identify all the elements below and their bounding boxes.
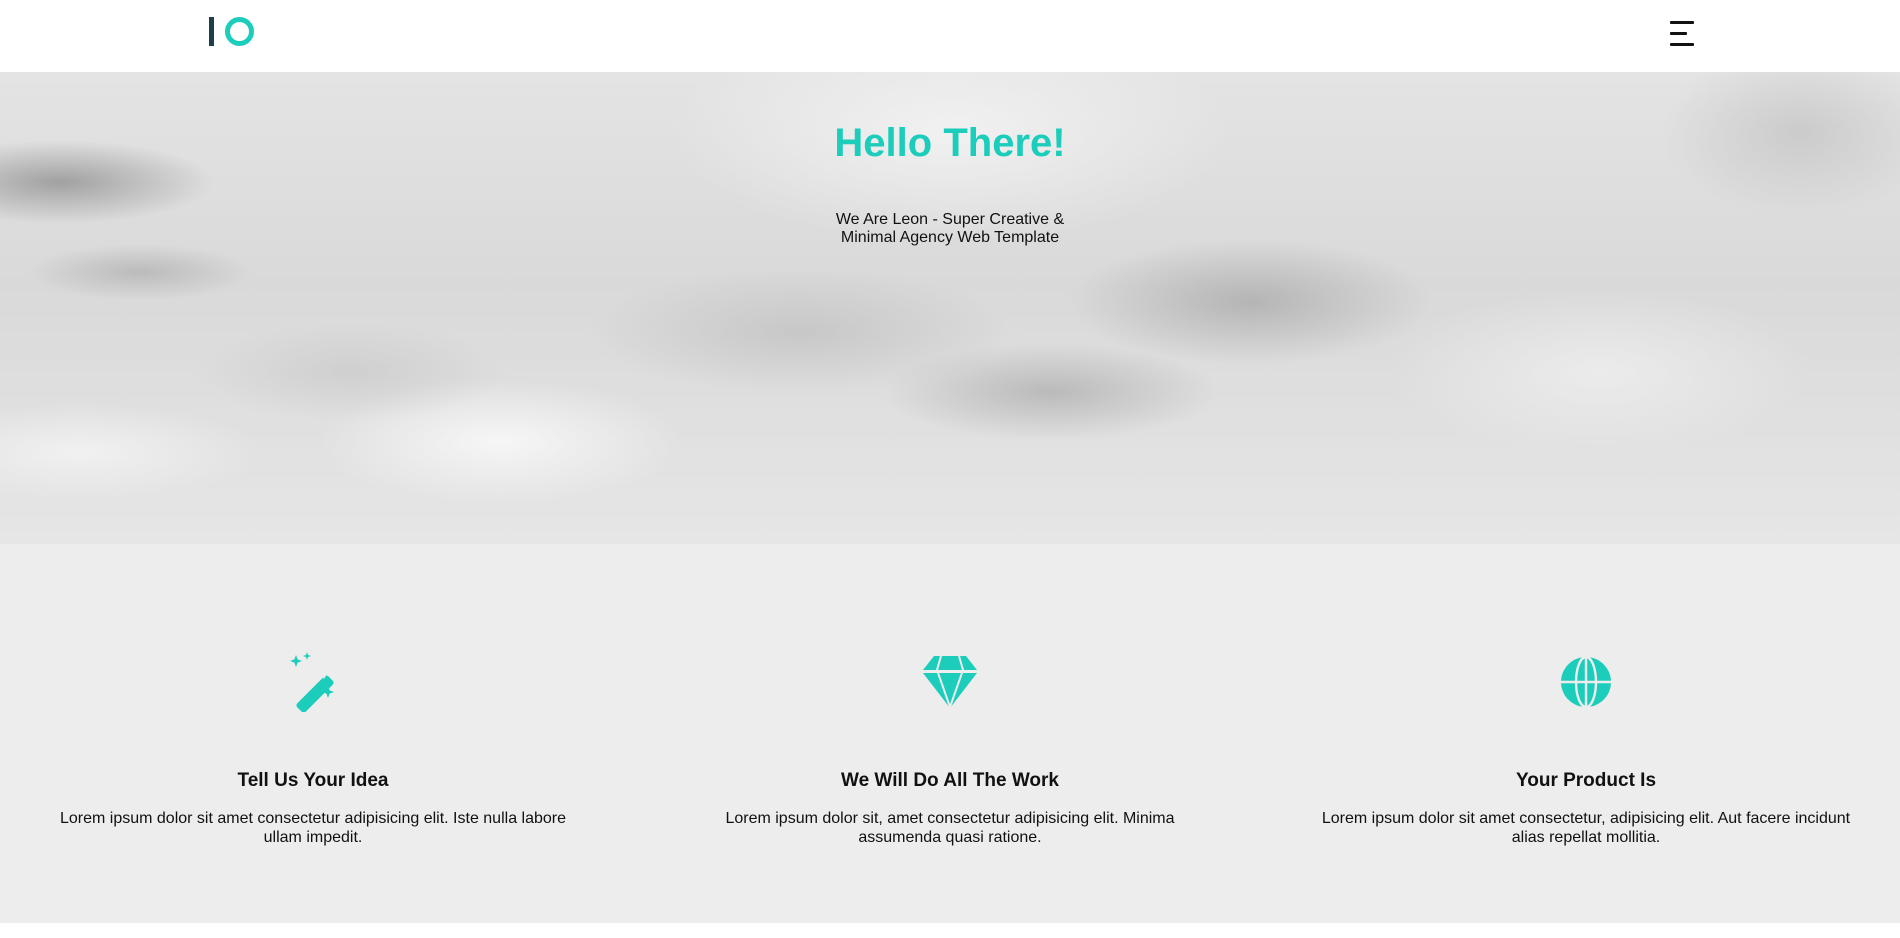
hamburger-menu-icon[interactable] — [1662, 18, 1700, 50]
menu-line — [1670, 43, 1694, 46]
hero-title: Hello There! — [834, 121, 1066, 165]
feature-text: Lorem ipsum dolor sit, amet consectetur … — [725, 810, 1175, 846]
globe-icon — [1556, 652, 1616, 712]
feature-text: Lorem ipsum dolor sit amet consectetur a… — [59, 810, 567, 846]
feature-card: We Will Do All The Work Lorem ipsum dolo… — [710, 544, 1190, 923]
logo-bar — [209, 17, 214, 46]
logo-ring — [225, 17, 254, 46]
feature-title: Tell Us Your Idea — [237, 770, 389, 791]
hero-subtitle-line: We Are Leon - Super Creative & — [835, 211, 1065, 228]
magic-wand-icon — [283, 652, 343, 712]
feature-text: Lorem ipsum dolor sit amet consectetur, … — [1321, 810, 1851, 846]
menu-line — [1670, 32, 1687, 35]
features-section: Tell Us Your Idea Lorem ipsum dolor sit … — [0, 544, 1900, 923]
menu-line — [1670, 21, 1694, 24]
feature-card: Your Product Is Lorem ipsum dolor sit am… — [1312, 544, 1860, 923]
page-bottom-edge — [0, 923, 1900, 938]
site-logo[interactable] — [208, 16, 254, 48]
site-header — [0, 0, 1900, 72]
feature-title: We Will Do All The Work — [841, 770, 1059, 791]
feature-card: Tell Us Your Idea Lorem ipsum dolor sit … — [50, 544, 576, 923]
diamond-icon — [920, 652, 980, 712]
hero-section: Hello There! We Are Leon - Super Creativ… — [0, 72, 1900, 544]
hero-subtitle: We Are Leon - Super Creative & Minimal A… — [820, 211, 1080, 247]
hero-subtitle-line: Minimal Agency Web Template — [840, 229, 1060, 246]
feature-title: Your Product Is — [1515, 770, 1657, 791]
